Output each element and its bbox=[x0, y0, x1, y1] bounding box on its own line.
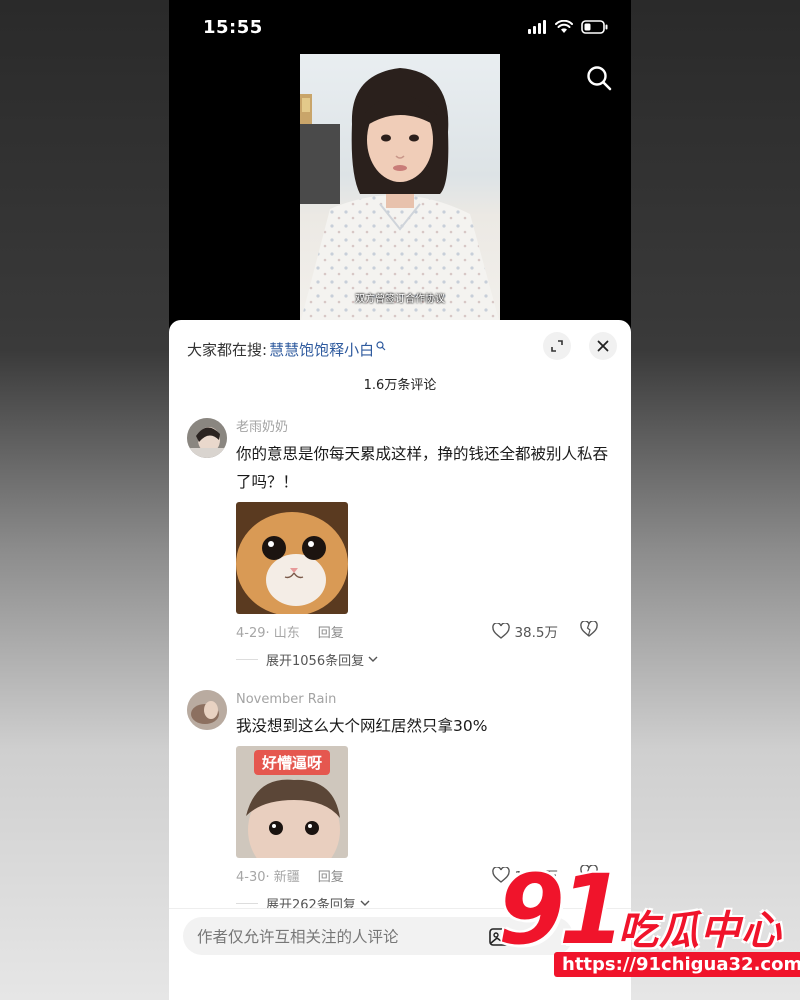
battery-icon bbox=[581, 20, 608, 34]
comment-image[interactable] bbox=[236, 502, 348, 614]
wifi-icon bbox=[555, 20, 573, 33]
expand-replies-button[interactable]: 展开1056条回复 bbox=[236, 646, 616, 672]
phone-screen: 15:55 双方曾签订合作协议 大家都在搜: 慧慧饱饱释小白 1.6万条评论 老… bbox=[169, 0, 631, 1000]
avatar[interactable] bbox=[187, 418, 227, 458]
reply-button[interactable]: 回复 bbox=[318, 622, 344, 641]
status-time: 15:55 bbox=[203, 16, 263, 38]
broken-heart-icon bbox=[580, 620, 598, 637]
search-hint-prefix: 大家都在搜: bbox=[187, 340, 268, 359]
comment-text: 我没想到这么大个网红居然只拿30% bbox=[236, 717, 488, 735]
like-button[interactable]: 38.5万 bbox=[492, 621, 558, 641]
avatar[interactable] bbox=[187, 690, 227, 730]
status-icons bbox=[527, 20, 609, 34]
comment-count: 1.6万条评论 bbox=[363, 378, 437, 393]
watermark-logo-text: 吃瓜中心 bbox=[618, 908, 782, 954]
search-icon[interactable] bbox=[585, 64, 613, 92]
comment-date-location: 4-29· 山东 bbox=[236, 625, 300, 641]
expand-icon bbox=[551, 340, 563, 352]
search-hint-term[interactable]: 慧慧饱饱释小白 bbox=[269, 339, 374, 360]
heart-icon bbox=[492, 623, 511, 639]
reply-button[interactable]: 回复 bbox=[318, 866, 344, 885]
divider bbox=[236, 658, 258, 660]
like-count: 38.5万 bbox=[514, 625, 558, 641]
status-bar: 15:55 bbox=[169, 0, 631, 54]
expand-replies-label: 展开1056条回复 bbox=[266, 653, 365, 669]
cat-meme-image bbox=[236, 502, 348, 614]
signal-icon bbox=[528, 20, 546, 34]
watermark-url: https://91chigua32.com bbox=[554, 952, 800, 977]
close-icon bbox=[597, 340, 609, 352]
dislike-button[interactable] bbox=[580, 620, 598, 641]
video-frame bbox=[300, 54, 500, 324]
watermark-logo-number: 91 bbox=[498, 854, 626, 966]
comment-username[interactable]: 老雨奶奶 bbox=[236, 418, 616, 438]
video-person-illustration bbox=[300, 68, 500, 324]
close-button[interactable] bbox=[589, 332, 617, 360]
trending-search-hint[interactable]: 大家都在搜: 慧慧饱饱释小白 bbox=[187, 339, 386, 360]
small-search-icon bbox=[376, 341, 386, 351]
video-subtitle: 双方曾签订合作协议 bbox=[355, 294, 445, 305]
comment-username[interactable]: November Rain bbox=[236, 690, 616, 710]
comment-image[interactable]: 好懵逼呀 bbox=[236, 746, 348, 858]
video-player[interactable]: 双方曾签订合作协议 bbox=[169, 54, 631, 324]
comment-meta: 4-29· 山东 回复 38.5万 bbox=[236, 616, 616, 646]
chevron-down-icon bbox=[368, 656, 378, 662]
expand-button[interactable] bbox=[543, 332, 571, 360]
watermark: 91 吃瓜中心 https://91chigua32.com bbox=[498, 862, 800, 990]
chevron-down-icon bbox=[360, 900, 370, 906]
comment-date-location: 4-30· 新疆 bbox=[236, 869, 300, 885]
divider bbox=[236, 902, 258, 904]
comment-text: 你的意思是你每天累成这样，挣的钱还全都被别人私吞了吗？！ bbox=[236, 445, 609, 491]
image-caption: 好懵逼呀 bbox=[254, 750, 331, 775]
